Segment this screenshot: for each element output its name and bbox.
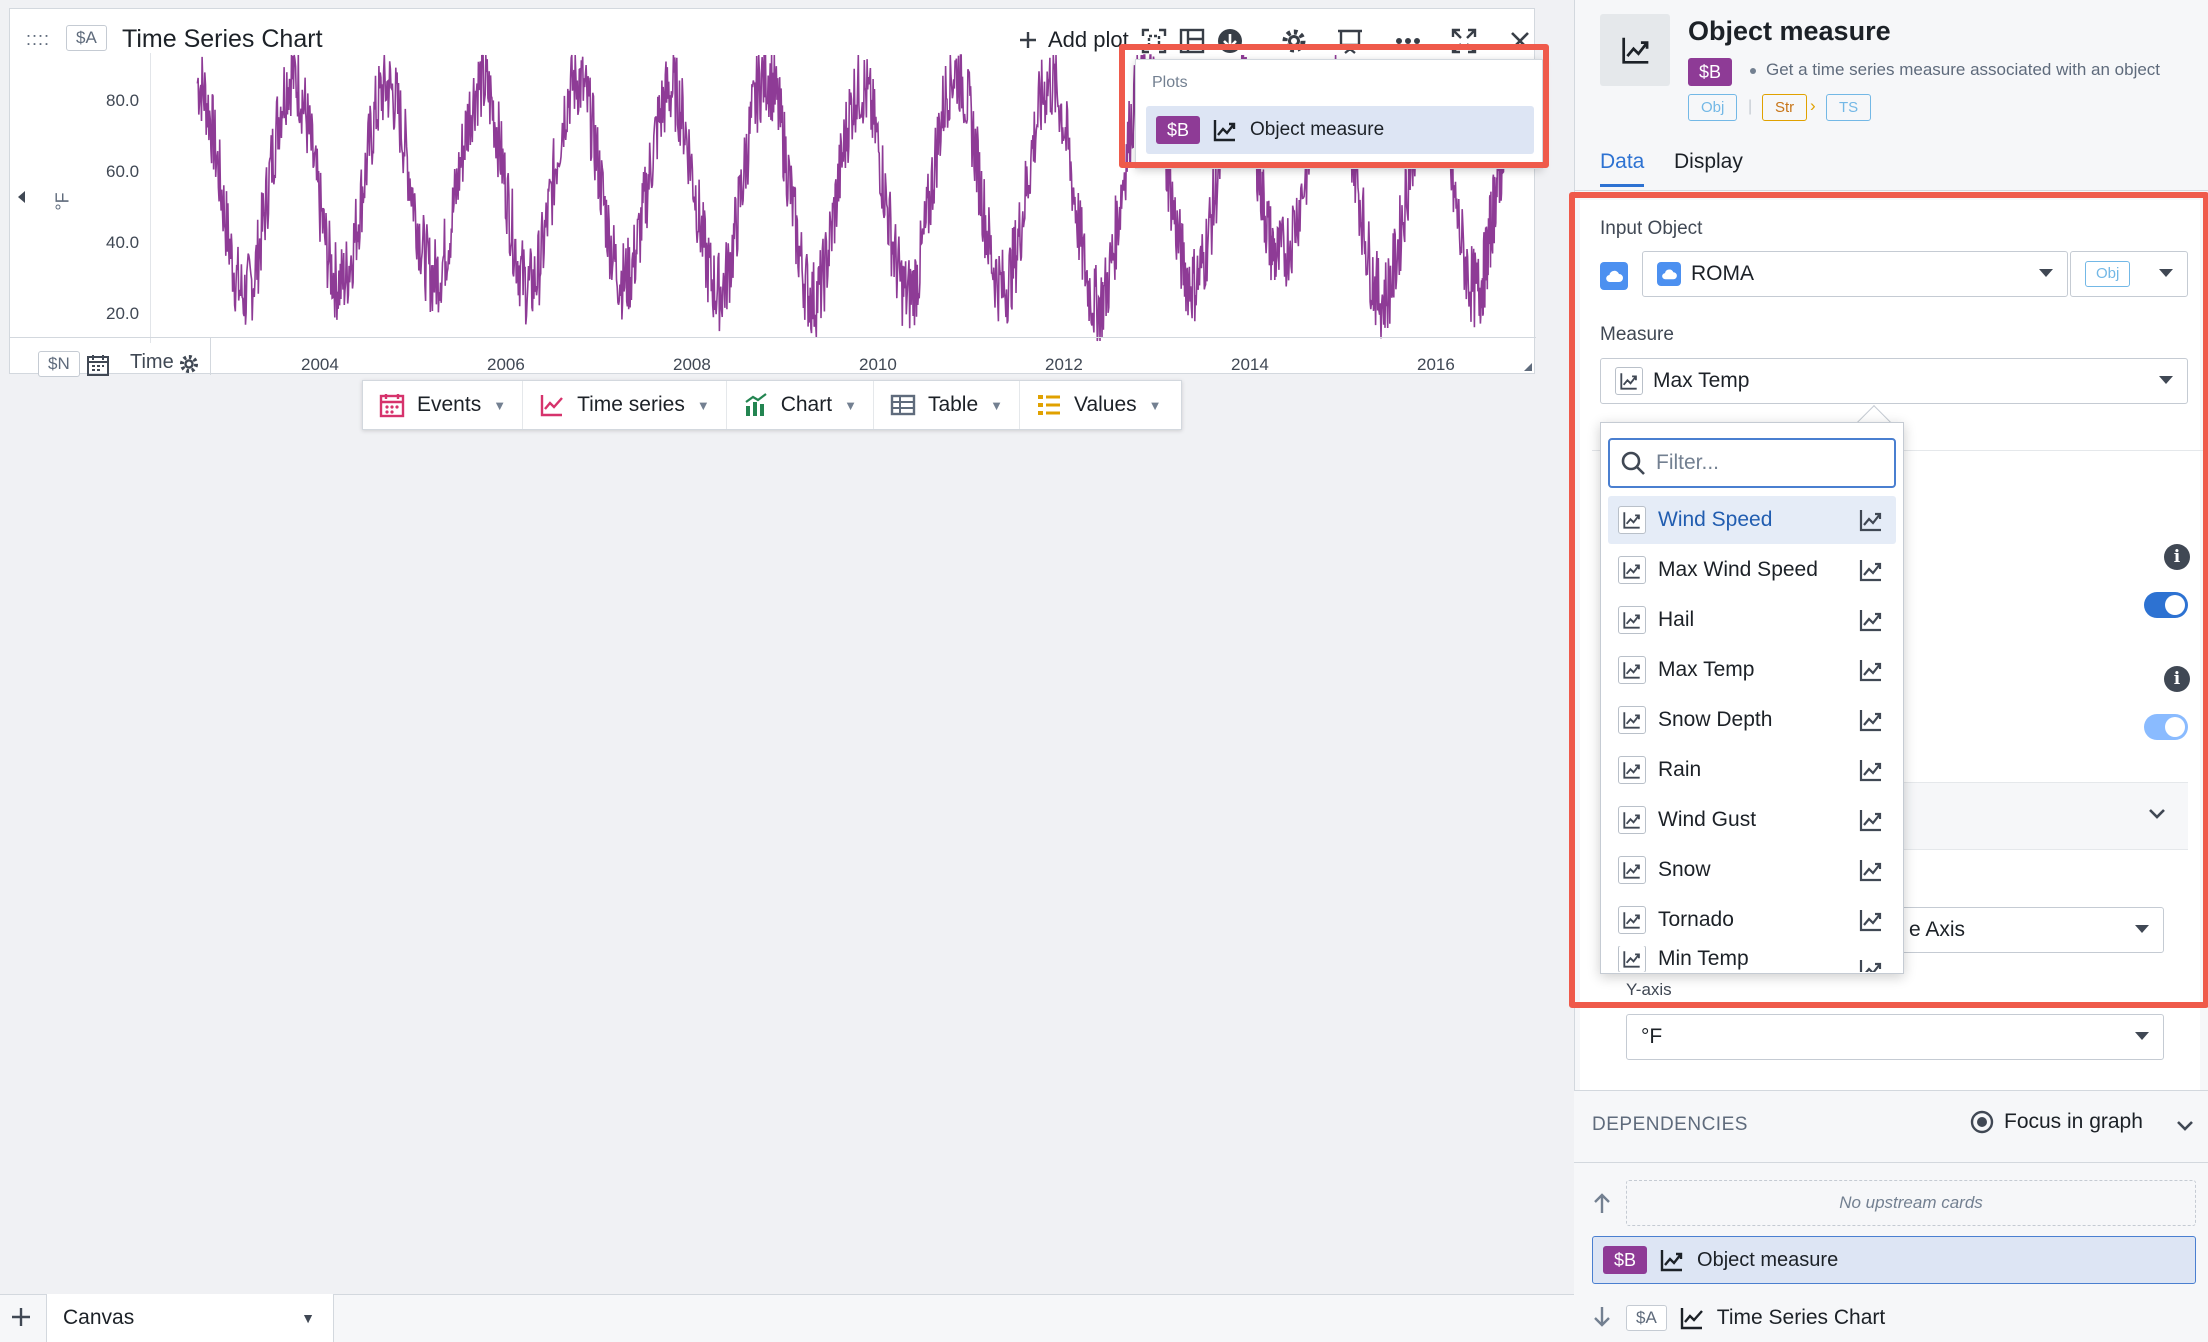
x-tick-label: 2004 xyxy=(301,355,339,374)
x-tick-label: 2006 xyxy=(487,355,525,374)
dependency-current-card[interactable]: $B Object measure xyxy=(1592,1236,2196,1284)
divider xyxy=(1574,190,2208,191)
line-chart-icon xyxy=(1680,1308,1703,1330)
tab-canvas[interactable]: Canvas ▼ xyxy=(46,1294,334,1342)
x-axis-line xyxy=(10,337,1536,338)
add-values-button[interactable]: Values ▼ xyxy=(1020,381,1178,429)
tab-canvas-label: Canvas xyxy=(63,1306,135,1329)
focus-in-graph-button[interactable]: Focus in graph xyxy=(1970,1110,2143,1134)
add-values-label: Values xyxy=(1074,393,1137,416)
add-time-series-button[interactable]: Time series ▼ xyxy=(523,381,727,429)
y-axis-unit: °F xyxy=(52,192,73,211)
add-table-button[interactable]: Table ▼ xyxy=(874,381,1021,429)
upstream-cards-empty: No upstream cards xyxy=(1626,1180,2196,1226)
plus-icon xyxy=(1020,32,1036,48)
arrow-up-icon xyxy=(1594,1193,1610,1213)
add-events-label: Events xyxy=(417,393,482,416)
time-axis-label: Time xyxy=(130,351,174,373)
x-tick-label: 2012 xyxy=(1045,355,1083,374)
focus-in-graph-label: Focus in graph xyxy=(2004,1110,2143,1133)
x-tick-label: 2016 xyxy=(1417,355,1455,374)
divider xyxy=(210,337,211,375)
x-tick-label: 2010 xyxy=(859,355,897,374)
time-series-icon xyxy=(1660,1250,1683,1272)
tab-data[interactable]: Data xyxy=(1600,150,1644,174)
dependency-current-label: Object measure xyxy=(1697,1248,1839,1271)
y-tick-label: 20.0 xyxy=(106,304,140,323)
arrow-right-icon: › xyxy=(1810,96,1816,115)
input-type-obj: Obj xyxy=(1688,94,1738,121)
chevron-down-icon[interactable] xyxy=(2176,1120,2194,1132)
dependency-downstream-label: Time Series Chart xyxy=(1716,1306,1886,1329)
highlight-data-form xyxy=(1569,192,2208,1008)
tab-active-indicator xyxy=(1600,184,1644,187)
dependencies-title: DEPENDENCIES xyxy=(1592,1114,1748,1135)
panel-title[interactable]: Object measure xyxy=(1688,16,1891,47)
card-title[interactable]: Time Series Chart xyxy=(122,25,323,54)
divider xyxy=(1574,1162,2208,1163)
card-tag: $A xyxy=(66,25,107,51)
output-type-ts: TS xyxy=(1826,94,1872,121)
add-plot-button[interactable]: Add plot xyxy=(1018,27,1129,53)
caret-down-icon: ▼ xyxy=(1148,397,1162,413)
y-tick-label: 40.0 xyxy=(106,233,140,252)
time-settings-gear-icon[interactable] xyxy=(178,353,200,375)
resize-handle-icon[interactable] xyxy=(1520,359,1532,371)
drag-handle-icon[interactable]: :::: xyxy=(26,29,50,50)
add-chart-label: Chart xyxy=(780,393,833,416)
input-type-str: Str xyxy=(1762,94,1808,121)
dependency-current-tag: $B xyxy=(1603,1246,1648,1274)
calendar-icon xyxy=(379,394,405,418)
target-icon xyxy=(1970,1110,1994,1134)
x-tick-label: 2008 xyxy=(673,355,711,374)
list-icon xyxy=(1038,395,1061,415)
calendar-icon xyxy=(87,355,109,376)
dependency-downstream-tag: $A xyxy=(1626,1305,1667,1331)
panel-description: Get a time series measure associated wit… xyxy=(1766,60,2161,79)
caret-down-icon: ▼ xyxy=(844,397,857,413)
add-plot-label: Add plot xyxy=(1048,27,1129,52)
caret-down-icon: ▼ xyxy=(990,397,1004,413)
add-tab-button[interactable] xyxy=(10,1306,32,1328)
add-chart-button[interactable]: Chart ▼ xyxy=(727,381,874,429)
tab-display[interactable]: Display xyxy=(1674,150,1743,174)
caret-down-icon: ▼ xyxy=(696,397,710,413)
chevron-down-icon xyxy=(2135,1032,2149,1040)
y-axis-unit-value: °F xyxy=(1641,1025,1663,1048)
panel-card-tag: $B xyxy=(1688,58,1733,86)
type-separator: | xyxy=(1748,98,1753,115)
y-tick-label: 80.0 xyxy=(106,91,140,110)
plus-icon xyxy=(12,1308,30,1326)
bar-chart-icon xyxy=(745,393,767,416)
add-time-series-label: Time series xyxy=(577,393,685,416)
add-card-bar: Events ▼ Time series ▼ Chart ▼ Table ▼ Value… xyxy=(362,380,1182,430)
y-axis-unit-select[interactable]: °F xyxy=(1626,1014,2164,1060)
arrow-down-icon xyxy=(1594,1307,1610,1327)
add-table-label: Table xyxy=(927,393,979,416)
y-tick-label: 60.0 xyxy=(106,162,140,181)
caret-down-icon: ▼ xyxy=(493,397,507,413)
add-events-button[interactable]: Events ▼ xyxy=(363,381,524,429)
table-icon xyxy=(890,394,916,416)
line-chart-icon xyxy=(540,395,563,417)
time-series-icon xyxy=(1622,37,1649,64)
highlight-plots xyxy=(1119,44,1549,168)
collapse-left-icon[interactable] xyxy=(18,191,25,203)
caret-down-icon[interactable]: ▼ xyxy=(301,1310,315,1326)
bullet-dot xyxy=(1750,68,1756,74)
panel-card-icon xyxy=(1600,14,1670,86)
time-tag: $N xyxy=(38,351,80,377)
dependency-downstream-card[interactable]: $A Time Series Chart xyxy=(1626,1298,1885,1338)
x-tick-label: 2014 xyxy=(1231,355,1269,374)
